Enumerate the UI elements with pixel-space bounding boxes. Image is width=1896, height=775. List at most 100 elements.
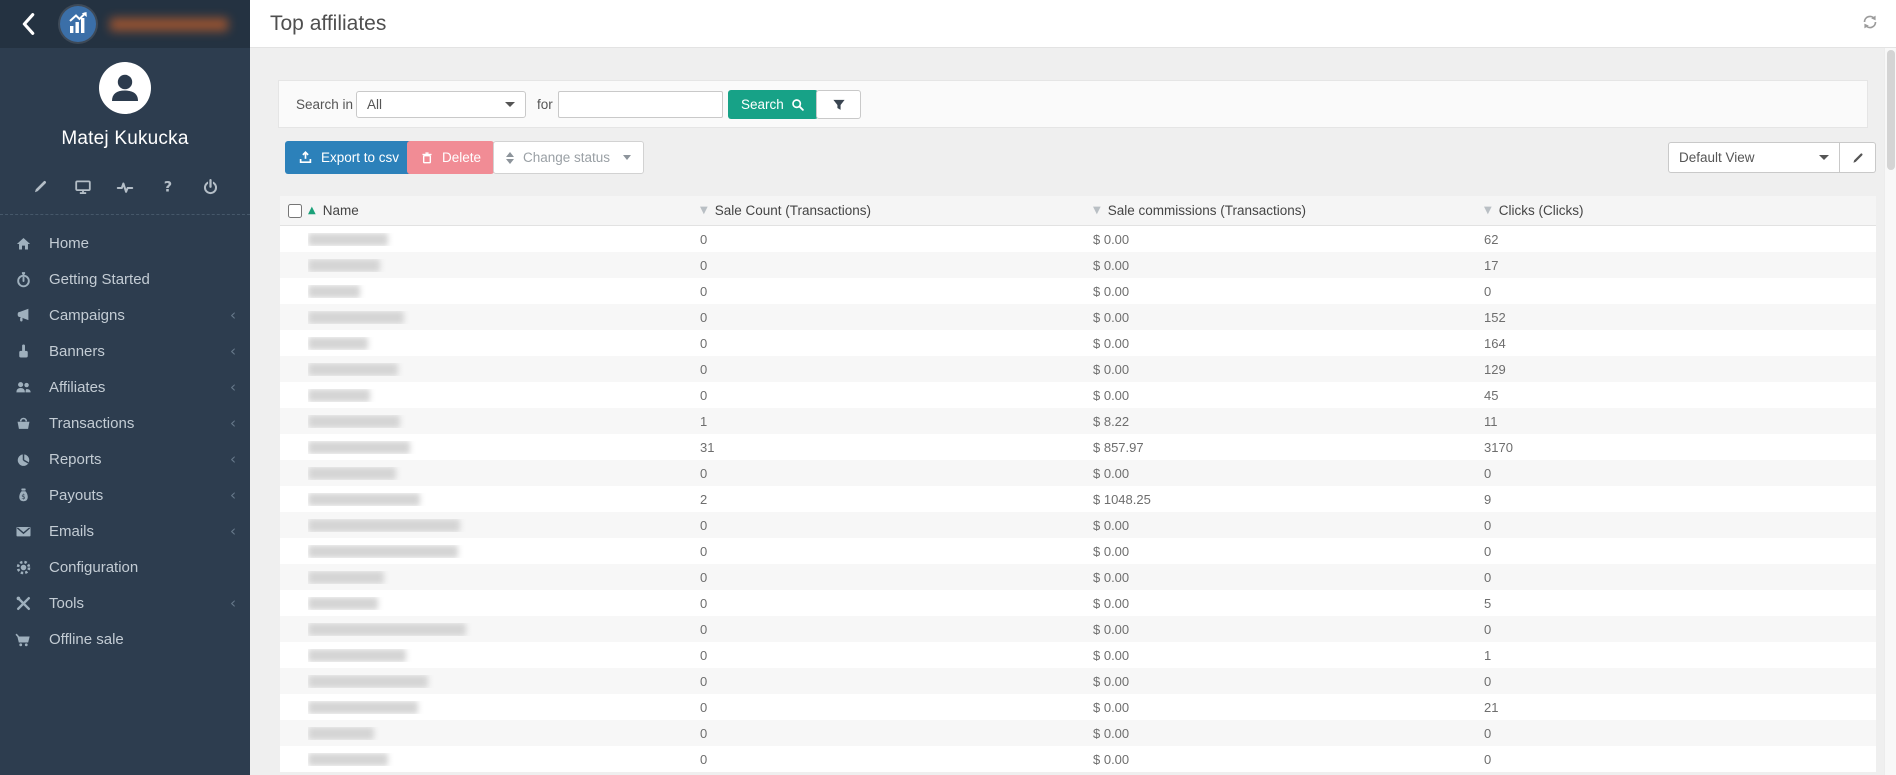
- commission-cell: $ 0.00: [1093, 699, 1130, 715]
- sidebar-item-reports[interactable]: Reports ‹: [0, 441, 250, 477]
- sale-count-cell: 1: [700, 413, 708, 429]
- collapse-sidebar-button[interactable]: [12, 7, 46, 41]
- edit-view-button[interactable]: [1840, 142, 1876, 173]
- table-row[interactable]: 0 $ 0.00 1: [280, 642, 1876, 668]
- upload-icon: [299, 151, 312, 164]
- search-button[interactable]: Search: [728, 90, 818, 119]
- sidebar-item-transactions[interactable]: Transactions ‹: [0, 405, 250, 441]
- table-row[interactable]: 0 $ 0.00 0: [280, 668, 1876, 694]
- table-row[interactable]: 0 $ 0.00 0: [280, 746, 1876, 772]
- table-row[interactable]: 0 $ 0.00 0: [280, 720, 1876, 746]
- refresh-icon[interactable]: [1860, 12, 1884, 36]
- sale-count-cell: 0: [700, 543, 708, 559]
- sidebar-item-configuration[interactable]: Configuration: [0, 549, 250, 585]
- power-icon[interactable]: [200, 176, 220, 196]
- clicks-cell: 5: [1484, 595, 1492, 611]
- header-name[interactable]: ▲ Name: [308, 203, 700, 218]
- commission-cell: $ 0.00: [1093, 465, 1130, 481]
- table-row[interactable]: 0 $ 0.00 129: [280, 356, 1876, 382]
- name-cell: [308, 648, 700, 662]
- table-row[interactable]: 0 $ 0.00 152: [280, 304, 1876, 330]
- redacted-affiliate-name: [308, 336, 368, 350]
- select-all-checkbox[interactable]: [288, 203, 302, 218]
- monitor-icon[interactable]: [73, 176, 93, 196]
- header-commissions[interactable]: ▼ Sale commissions (Transactions): [1093, 203, 1484, 218]
- commission-cell: $ 0.00: [1093, 621, 1130, 637]
- sidebar-item-payouts[interactable]: $ Payouts ‹: [0, 477, 250, 513]
- table-row[interactable]: 0 $ 0.00 21: [280, 694, 1876, 720]
- name-cell: [308, 310, 700, 324]
- stopwatch-icon: [15, 271, 32, 288]
- sidebar-item-home[interactable]: Home: [0, 225, 250, 261]
- sort-icon: ▼: [700, 205, 708, 216]
- search-input[interactable]: [558, 91, 723, 118]
- sidebar-item-tools[interactable]: Tools ‹: [0, 585, 250, 621]
- table-row[interactable]: 0 $ 0.00 0: [280, 512, 1876, 538]
- sale-count-cell: 0: [700, 231, 708, 247]
- table-row[interactable]: 0 $ 0.00 5: [280, 590, 1876, 616]
- redacted-affiliate-name: [308, 570, 384, 584]
- clicks-cell: 129: [1484, 361, 1506, 377]
- pencil-icon[interactable]: [30, 176, 50, 196]
- redacted-affiliate-name: [308, 648, 406, 662]
- page-title: Top affiliates: [270, 11, 387, 35]
- avatar[interactable]: [99, 62, 151, 114]
- pie-chart-icon: [15, 451, 32, 468]
- sale-count-cell: 0: [700, 595, 708, 611]
- delete-button[interactable]: Delete: [407, 141, 495, 174]
- back-chevron-icon: [22, 13, 35, 35]
- table-row[interactable]: 0 $ 0.00 0: [280, 564, 1876, 590]
- table-row[interactable]: 0 $ 0.00 45: [280, 382, 1876, 408]
- table-body: 0 $ 0.00 62 0 $ 0.00 17 0 $ 0.00 0 0 $ 0.00 152 0 $ 0…: [280, 226, 1876, 772]
- header-clicks[interactable]: ▼ Clicks (Clicks): [1484, 203, 1876, 218]
- chevron-collapsed-icon: ‹: [230, 449, 236, 468]
- sidebar-item-emails[interactable]: Emails ‹: [0, 513, 250, 549]
- table-row[interactable]: 0 $ 0.00 62: [280, 226, 1876, 252]
- sidebar-item-getting-started[interactable]: Getting Started: [0, 261, 250, 297]
- table-row[interactable]: 0 $ 0.00 164: [280, 330, 1876, 356]
- sidebar: Matej Kukucka ? Home Getting Started Cam…: [0, 0, 250, 775]
- header-sale-count[interactable]: ▼ Sale Count (Transactions): [700, 203, 1093, 218]
- megaphone-icon: [15, 307, 32, 324]
- clicks-cell: 0: [1484, 465, 1492, 481]
- change-status-dropdown[interactable]: Change status: [493, 141, 645, 174]
- scrollbar-thumb[interactable]: [1887, 50, 1895, 170]
- sale-count-cell: 2: [700, 491, 708, 507]
- redacted-affiliate-name: [308, 596, 378, 610]
- view-selector-group: Default View: [1668, 142, 1876, 173]
- view-select[interactable]: Default View: [1668, 142, 1840, 173]
- envelope-icon: [15, 523, 32, 540]
- sale-count-cell: 0: [700, 699, 708, 715]
- sale-count-cell: 0: [700, 257, 708, 273]
- sidebar-item-campaigns[interactable]: Campaigns ‹: [0, 297, 250, 333]
- table-row[interactable]: 0 $ 0.00 17: [280, 252, 1876, 278]
- table-row[interactable]: 0 $ 0.00 0: [280, 278, 1876, 304]
- view-select-value: Default View: [1679, 150, 1755, 165]
- filter-button[interactable]: [816, 90, 861, 119]
- table-row[interactable]: 0 $ 0.00 0: [280, 616, 1876, 642]
- cart-icon: [15, 631, 32, 648]
- sort-icon: ▼: [1484, 205, 1492, 216]
- name-cell: [308, 284, 700, 298]
- sidebar-item-affiliates[interactable]: Affiliates ‹: [0, 369, 250, 405]
- redacted-affiliate-name: [308, 466, 396, 480]
- table-row[interactable]: 2 $ 1048.25 9: [280, 486, 1876, 512]
- table-row[interactable]: 31 $ 857.97 3170: [280, 434, 1876, 460]
- vertical-scrollbar[interactable]: [1884, 48, 1896, 775]
- table-row[interactable]: 0 $ 0.00 0: [280, 538, 1876, 564]
- sidebar-item-banners[interactable]: Banners ‹: [0, 333, 250, 369]
- commission-cell: $ 1048.25: [1093, 491, 1151, 507]
- help-icon[interactable]: ?: [158, 176, 178, 196]
- search-in-select[interactable]: All: [356, 91, 526, 118]
- for-label: for: [537, 97, 553, 112]
- svg-text:$: $: [21, 493, 25, 501]
- pulse-icon[interactable]: [115, 176, 135, 196]
- commission-cell: $ 0.00: [1093, 517, 1130, 533]
- table-row[interactable]: 1 $ 8.22 11: [280, 408, 1876, 434]
- chevron-collapsed-icon: ‹: [230, 377, 236, 396]
- clicks-cell: 9: [1484, 491, 1492, 507]
- clicks-cell: 45: [1484, 387, 1499, 403]
- export-csv-button[interactable]: Export to csv: [285, 141, 413, 174]
- sidebar-item-offline-sale[interactable]: Offline sale: [0, 621, 250, 657]
- table-row[interactable]: 0 $ 0.00 0: [280, 460, 1876, 486]
